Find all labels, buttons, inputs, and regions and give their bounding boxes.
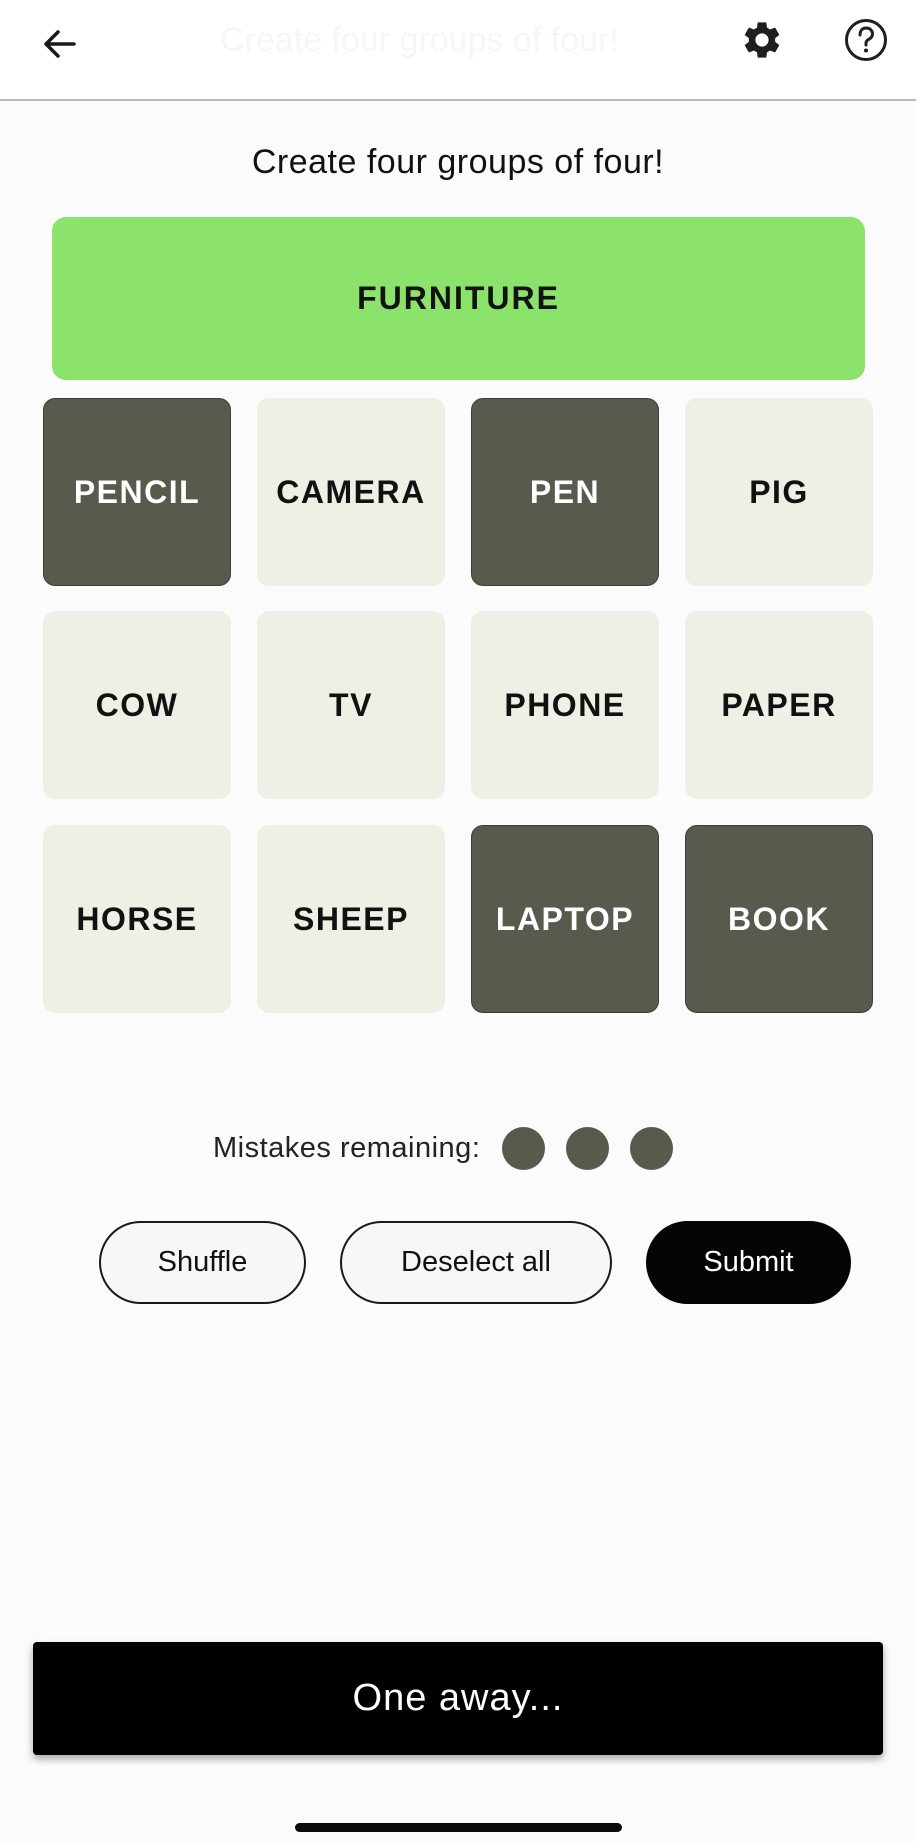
help-button[interactable] (840, 14, 892, 66)
back-button[interactable] (32, 16, 88, 72)
word-tile[interactable]: PEN (471, 398, 659, 586)
word-tile[interactable]: PHONE (471, 611, 659, 799)
word-tile-label: PENCIL (73, 473, 201, 510)
mistakes-label: Mistakes remaining: (213, 1131, 481, 1164)
solved-group-banner: FURNITURE (52, 217, 865, 380)
word-tile-label: PHONE (504, 686, 626, 723)
word-tile-label: TV (329, 686, 373, 723)
word-tile-label: PIG (749, 473, 809, 510)
word-tile-label: LAPTOP (495, 900, 635, 937)
word-tile[interactable]: SHEEP (257, 825, 445, 1013)
word-tile[interactable]: PIG (685, 398, 873, 586)
mistake-dot (502, 1126, 546, 1170)
solved-group-label: FURNITURE (357, 280, 560, 316)
word-tile[interactable]: TV (257, 611, 445, 799)
toast-snackbar: One away... (33, 1642, 883, 1755)
word-tile-label: BOOK (728, 900, 830, 937)
word-grid: PENCIL CAMERA PEN PIG COW TV PHONE PAPER… (43, 398, 874, 1013)
submit-button[interactable]: Submit (646, 1221, 851, 1304)
home-indicator[interactable] (295, 1823, 622, 1832)
word-tile[interactable]: CAMERA (257, 398, 445, 586)
mistake-dot (630, 1126, 674, 1170)
word-tile[interactable]: COW (43, 611, 231, 799)
word-tile[interactable]: PENCIL (43, 398, 231, 586)
word-tile-label: HORSE (76, 900, 198, 937)
instructions-text: Create four groups of four! (251, 143, 665, 181)
mistake-dot (566, 1126, 610, 1170)
word-tile[interactable]: LAPTOP (471, 825, 659, 1013)
shuffle-button[interactable]: Shuffle (99, 1221, 306, 1304)
word-tile-label: PEN (529, 473, 601, 510)
word-tile-label: SHEEP (293, 900, 409, 937)
app-bar-title: Create four groups of four! (220, 21, 619, 59)
word-tile[interactable]: PAPER (685, 611, 873, 799)
toast-message: One away... (352, 1677, 564, 1719)
word-tile[interactable]: HORSE (43, 825, 231, 1013)
word-tile-label: CAMERA (276, 473, 426, 510)
word-tile[interactable]: BOOK (685, 825, 873, 1013)
arrow-left-icon (44, 30, 76, 58)
word-tile-label: PAPER (721, 686, 837, 723)
mistakes-remaining: Mistakes remaining: (213, 1126, 694, 1170)
question-circle-icon (845, 19, 887, 61)
settings-button[interactable] (736, 14, 788, 66)
top-app-bar: Create four groups of four! (0, 0, 916, 101)
gear-icon (744, 22, 780, 58)
word-tile-label: COW (95, 686, 179, 723)
deselect-all-button[interactable]: Deselect all (340, 1221, 612, 1304)
